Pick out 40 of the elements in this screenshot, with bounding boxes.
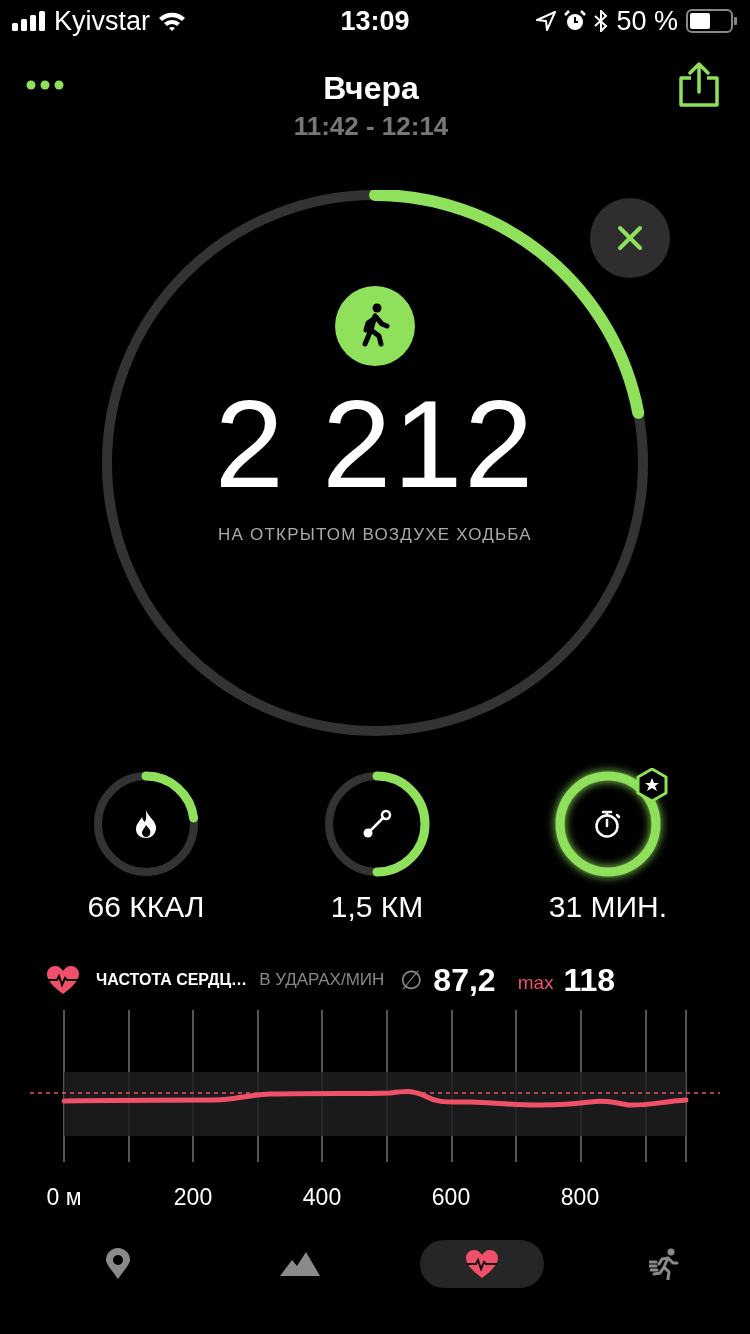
stat-value: 31 МИН. [548, 890, 668, 924]
alarm-icon [564, 10, 587, 32]
flame-icon [134, 809, 158, 839]
average-symbol: ∅ [400, 964, 424, 996]
mountains-icon [280, 1251, 320, 1277]
location-icon [536, 11, 557, 31]
share-icon[interactable] [678, 62, 720, 108]
distance-axis-label: 400 [302, 1184, 342, 1211]
distance-axis-label: 600 [431, 1184, 471, 1211]
map-pin-icon [105, 1248, 131, 1280]
step-count: 2 212 [214, 374, 536, 515]
battery-icon [686, 9, 738, 33]
signal-icon [12, 11, 46, 31]
battery-percent: 50 % [616, 5, 678, 37]
walking-person-icon [335, 286, 415, 366]
wifi-icon [158, 10, 187, 32]
distance-axis-label: 200 [173, 1184, 213, 1211]
bluetooth-icon [594, 10, 609, 32]
tab[interactable] [420, 1240, 544, 1288]
route-icon [362, 809, 392, 839]
carrier-name: Kyivstar [54, 5, 151, 37]
more-icon[interactable] [26, 80, 64, 90]
distance-axis-label: 0 м [46, 1184, 82, 1211]
distance-axis-label: 800 [560, 1184, 600, 1211]
max-value: 118 [563, 961, 616, 999]
clock-time: 13:09 [340, 5, 410, 37]
average-value: 87,2 [433, 961, 496, 999]
time-range: 11:42 - 12:14 [293, 111, 449, 142]
stopwatch-icon [593, 809, 623, 839]
heart-icon [465, 1249, 499, 1279]
heart-rate-unit: В УДАРАХ/МИН [259, 970, 385, 990]
runner-icon [649, 1248, 679, 1280]
heart-rate-title: ЧАСТОТА СЕРДЦ… [96, 971, 248, 989]
header-title: Вчера [323, 70, 419, 107]
heart-icon [46, 965, 80, 995]
max-label: max [517, 972, 554, 994]
stat-value: 1,5 КМ [330, 890, 424, 924]
stat-value: 66 ККАЛ [87, 890, 205, 924]
activity-label: НА ОТКРЫТОМ ВОЗДУХЕ ХОДЬБА [218, 524, 532, 545]
close-icon [617, 225, 643, 251]
